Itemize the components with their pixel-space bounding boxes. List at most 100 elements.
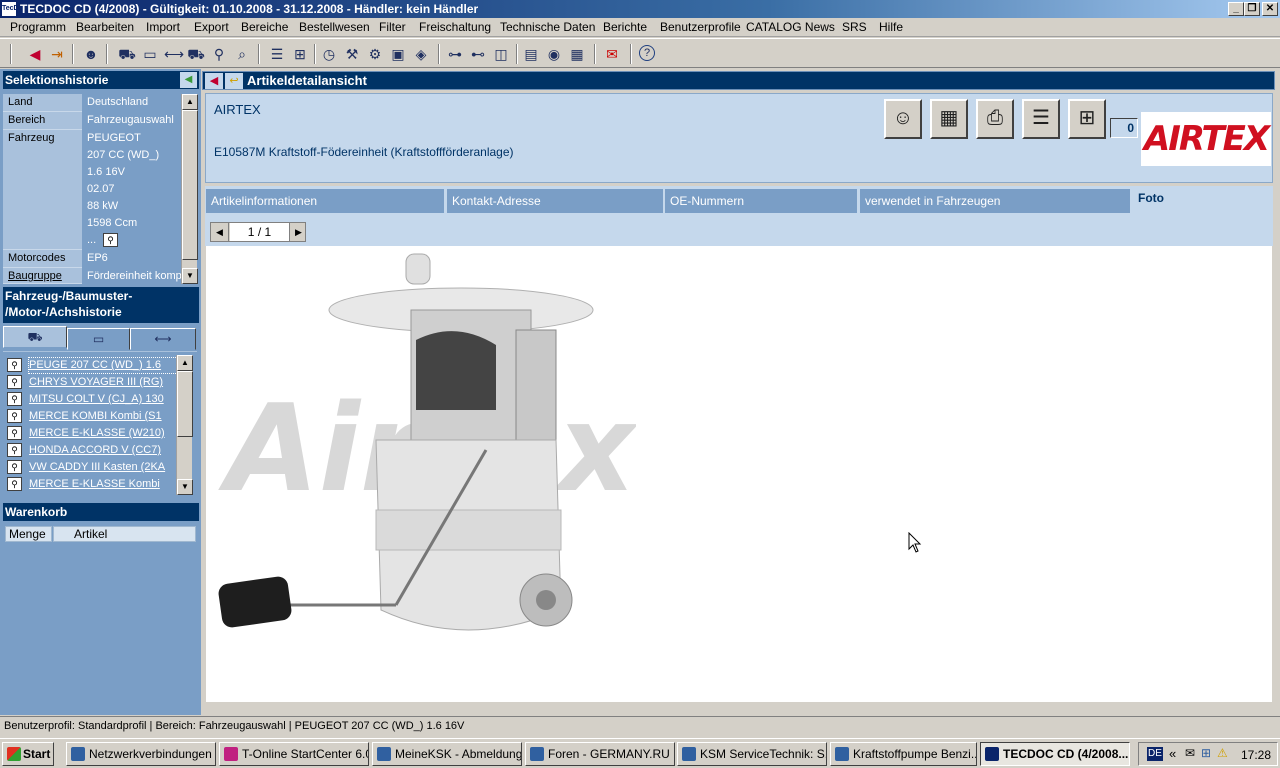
- book-icon[interactable]: ◈: [412, 45, 430, 63]
- settings-grid-icon[interactable]: ⊷: [469, 45, 487, 63]
- magnifier-icon[interactable]: ⚲: [7, 409, 22, 423]
- list-item[interactable]: ⚲ VW CADDY III Kasten (2KA: [3, 459, 175, 476]
- scroll-up-arrow-icon[interactable]: ▲: [177, 355, 193, 371]
- history-link[interactable]: PEUGE 207 CC (WD_) 1.6: [28, 357, 178, 374]
- menu-berichte[interactable]: Berichte: [603, 20, 647, 34]
- exit-door-icon[interactable]: ⇥: [48, 45, 66, 63]
- scroll-up-arrow-icon[interactable]: ▲: [182, 94, 198, 110]
- menu-import[interactable]: Import: [146, 20, 180, 34]
- magnifier-icon[interactable]: ⚲: [7, 375, 22, 389]
- scroll-down-arrow-icon[interactable]: ▼: [177, 479, 193, 495]
- history-link[interactable]: VW CADDY III Kasten (2KA: [29, 460, 177, 475]
- scroll-down-arrow-icon[interactable]: ▼: [182, 268, 198, 284]
- history-link[interactable]: HONDA ACCORD V (CC7): [29, 443, 177, 458]
- add-to-cart-icon[interactable]: ⊞: [1068, 99, 1106, 139]
- cart-column-quantity[interactable]: Menge: [5, 526, 52, 542]
- taskbar-button-foren[interactable]: Foren - GERMANY.RU ...: [525, 742, 675, 766]
- list-item[interactable]: ⚲ CHRYS VOYAGER III (RG): [3, 374, 175, 391]
- contact-person-icon[interactable]: ☺: [884, 99, 922, 139]
- taskbar-button-kraftstoffpumpe[interactable]: Kraftstoffpumpe Benzi...: [830, 742, 977, 766]
- grid-icon[interactable]: ▦: [568, 45, 586, 63]
- scroll-thumb[interactable]: [177, 371, 193, 437]
- menu-hilfe[interactable]: Hilfe: [879, 20, 903, 34]
- menu-catalog-news[interactable]: CATALOG News: [746, 20, 835, 34]
- network-tray-icon[interactable]: ⊞: [1201, 746, 1211, 760]
- magnifier-icon[interactable]: ⚲: [7, 460, 22, 474]
- tab-model-history[interactable]: ▭: [67, 328, 130, 350]
- magnifier-icon[interactable]: ⚲: [7, 392, 22, 406]
- list-icon[interactable]: ☰: [268, 45, 286, 63]
- warning-icon[interactable]: ⚠: [1217, 746, 1228, 760]
- back-arrow-icon[interactable]: ◀: [205, 73, 223, 89]
- report-icon[interactable]: ▤: [522, 45, 540, 63]
- history-link[interactable]: MERCE KOMBI Kombi (S1: [29, 409, 177, 424]
- list-item[interactable]: ⚲ MERCE E-KLASSE (W210): [3, 425, 175, 442]
- menu-filter[interactable]: Filter: [379, 20, 406, 34]
- tab-axle-history[interactable]: ⟷: [130, 328, 196, 350]
- menu-benutzerprofile[interactable]: Benutzerprofile: [660, 20, 741, 34]
- tray-expand-icon[interactable]: «: [1169, 746, 1176, 761]
- menu-export[interactable]: Export: [194, 20, 229, 34]
- menu-freischaltung[interactable]: Freischaltung: [419, 20, 491, 34]
- taskbar-button-meineksk[interactable]: MeineKSK - Abmeldung...: [372, 742, 522, 766]
- news-icon[interactable]: ✉: [603, 45, 621, 63]
- list-view-icon[interactable]: ☰: [1022, 99, 1060, 139]
- network-icon[interactable]: ⊶: [446, 45, 464, 63]
- magnifier-icon[interactable]: ⚲: [210, 45, 228, 63]
- sel-label-baugruppe[interactable]: Baugruppe: [3, 268, 82, 284]
- mail-icon[interactable]: ✉: [1185, 746, 1195, 760]
- history-link[interactable]: MERCE E-KLASSE (W210): [29, 426, 177, 441]
- axle-search-icon[interactable]: ▭: [141, 45, 159, 63]
- return-arrow-icon[interactable]: ↩: [225, 73, 243, 89]
- clock-icon[interactable]: ◷: [320, 45, 338, 63]
- cart-icon[interactable]: ⊞: [291, 45, 309, 63]
- menu-bereiche[interactable]: Bereiche: [241, 20, 288, 34]
- close-button[interactable]: ✕: [1262, 2, 1278, 16]
- taskbar-button-tecdoc[interactable]: TECDOC CD (4/2008...: [980, 742, 1130, 766]
- print-icon[interactable]: ⎙: [976, 99, 1014, 139]
- language-indicator[interactable]: DE: [1147, 747, 1163, 761]
- vehicle-search-icon[interactable]: ⛟: [118, 45, 136, 63]
- parts-icon[interactable]: ⚙: [366, 45, 384, 63]
- magnifier-icon[interactable]: ⚲: [7, 477, 22, 491]
- help-person-icon[interactable]: ☻: [82, 45, 100, 63]
- chart-icon[interactable]: ◫: [492, 45, 510, 63]
- history-link[interactable]: CHRYS VOYAGER III (RG): [29, 375, 177, 390]
- list-item[interactable]: ⚲ MERCE KOMBI Kombi (S1: [3, 408, 175, 425]
- tab-vehicle-history[interactable]: ⛟: [3, 326, 67, 348]
- magnifier-icon[interactable]: ⚲: [7, 443, 22, 457]
- truck-icon[interactable]: ⛟: [187, 45, 205, 63]
- image-icon[interactable]: ▣: [389, 45, 407, 63]
- list-item[interactable]: ⚲ MERCE E-KLASSE Kombi: [3, 476, 175, 493]
- prev-page-icon[interactable]: ◀: [211, 223, 229, 241]
- tab-kontakt-adresse[interactable]: Kontakt-Adresse: [447, 189, 665, 213]
- taskbar-button-netzwerk[interactable]: Netzwerkverbindungen: [66, 742, 216, 766]
- history-link[interactable]: MERCE E-KLASSE Kombi: [29, 477, 177, 492]
- vehicle-history-scrollbar[interactable]: ▲ ▼: [176, 355, 193, 495]
- magnifier-icon[interactable]: ⚲: [7, 358, 22, 372]
- srs-icon[interactable]: ◉: [545, 45, 563, 63]
- scroll-thumb[interactable]: [182, 110, 198, 260]
- collapse-arrow-icon[interactable]: ◀: [180, 72, 197, 88]
- selection-history-scrollbar[interactable]: ▲ ▼: [181, 94, 198, 284]
- menu-programm[interactable]: Programm: [10, 20, 66, 34]
- taskbar-button-tonline[interactable]: T-Online StartCenter 6.0: [219, 742, 369, 766]
- history-link[interactable]: MITSU COLT V (CJ_A) 130: [29, 392, 177, 407]
- menu-bearbeiten[interactable]: Bearbeiten: [76, 20, 134, 34]
- taskbar-button-ksm[interactable]: KSM ServiceTechnik: S...: [677, 742, 827, 766]
- list-item[interactable]: ⚲ PEUGE 207 CC (WD_) 1.6: [3, 357, 178, 374]
- menu-srs[interactable]: SRS: [842, 20, 867, 34]
- start-button[interactable]: Start: [2, 742, 54, 766]
- tab-foto[interactable]: Foto: [1138, 191, 1164, 205]
- menu-technische-daten[interactable]: Technische Daten: [500, 20, 595, 34]
- list-item[interactable]: ⚲ MITSU COLT V (CJ_A) 130: [3, 391, 175, 408]
- tab-oe-nummern[interactable]: OE-Nummern: [665, 189, 859, 213]
- list-item[interactable]: ⚲ HONDA ACCORD V (CC7): [3, 442, 175, 459]
- magnifier-icon[interactable]: ⚲: [7, 426, 22, 440]
- add-to-list-icon[interactable]: ▦: [930, 99, 968, 139]
- tools-icon[interactable]: ⚒: [343, 45, 361, 63]
- minimize-button[interactable]: _: [1228, 2, 1244, 16]
- next-page-icon[interactable]: ▶: [289, 223, 307, 241]
- tab-verwendet-in-fahrzeugen[interactable]: verwendet in Fahrzeugen: [860, 189, 1132, 213]
- tab-artikelinformationen[interactable]: Artikelinformationen: [206, 189, 446, 213]
